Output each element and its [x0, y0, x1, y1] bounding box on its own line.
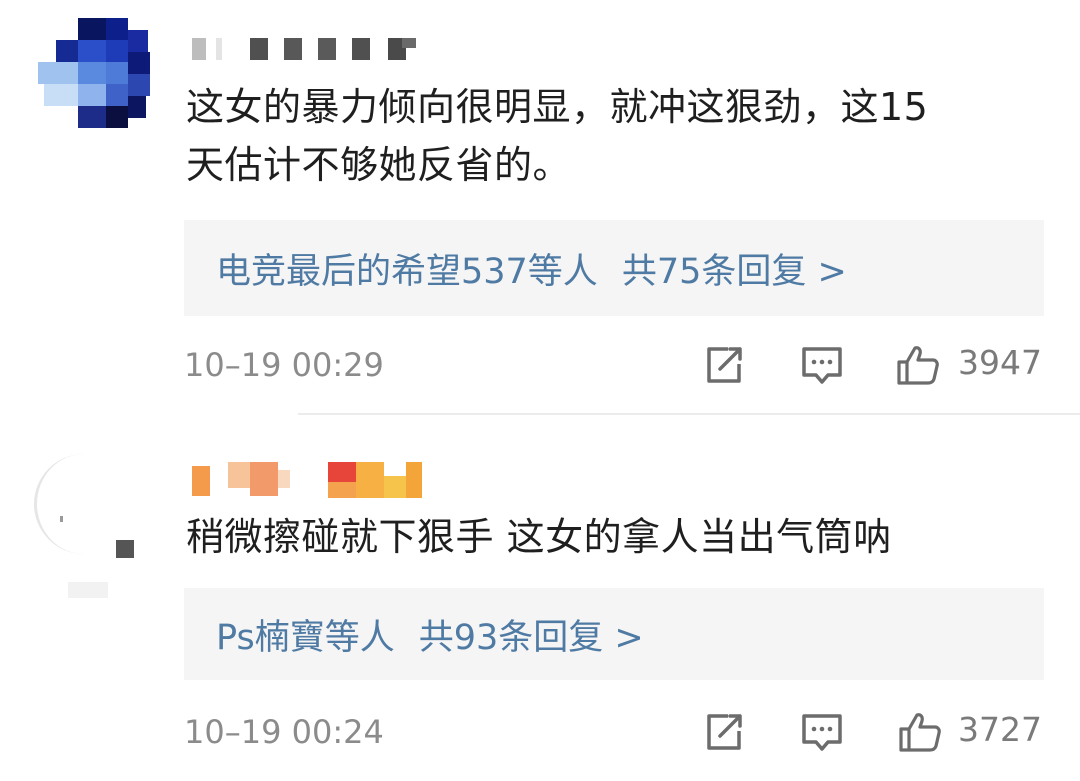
like-count: 3727 — [958, 710, 1042, 749]
comment-text: 稍微擦碰就下狠手 这女的拿人当出气筒呐 — [186, 508, 1046, 566]
reply-summary-link[interactable]: 电竞最后的希望537等人 共75条回复 > — [184, 220, 1044, 316]
share-icon[interactable] — [702, 344, 746, 386]
reply-summary-link[interactable]: Ps楠寶等人 共93条回复 > — [184, 588, 1044, 680]
comment-text-line: 稍微擦碰就下狠手 这女的拿人当出气筒呐 — [186, 515, 892, 559]
comment-icon[interactable] — [800, 711, 844, 753]
avatar[interactable] — [34, 454, 144, 598]
comment-icon[interactable] — [800, 344, 844, 386]
reply-count: 共75条回复 > — [621, 251, 847, 292]
comment-item: 稍微擦碰就下狠手 这女的拿人当出气筒呐 Ps楠寶等人 共93条回复 > 10–1… — [0, 414, 1080, 781]
comment-text: 这女的暴力倾向很明显，就冲这狠劲，这15 天估计不够她反省的。 — [186, 78, 1046, 194]
timestamp: 10–19 00:24 — [184, 713, 384, 751]
comment-text-line: 天估计不够她反省的。 — [186, 143, 572, 187]
reply-users: Ps楠寶等人 — [216, 617, 395, 658]
username[interactable] — [192, 38, 422, 60]
like-count: 3947 — [958, 343, 1042, 382]
avatar[interactable] — [38, 18, 158, 136]
reply-count: 共93条回复 > — [418, 617, 644, 658]
thumbs-up-icon[interactable] — [896, 344, 940, 386]
comment-footer: 10–19 00:24 3727 — [184, 707, 1044, 757]
timestamp: 10–19 00:29 — [184, 346, 384, 384]
comment-text-line: 这女的暴力倾向很明显，就冲这狠劲，这15 — [186, 85, 929, 129]
comment-item: 这女的暴力倾向很明显，就冲这狠劲，这15 天估计不够她反省的。 电竞最后的希望5… — [0, 0, 1080, 414]
comment-footer: 10–19 00:29 3947 — [184, 340, 1044, 390]
share-icon[interactable] — [702, 711, 746, 753]
username[interactable] — [192, 462, 432, 498]
reply-users: 电竞最后的希望537等人 — [216, 251, 598, 292]
thumbs-up-icon[interactable] — [898, 711, 942, 753]
